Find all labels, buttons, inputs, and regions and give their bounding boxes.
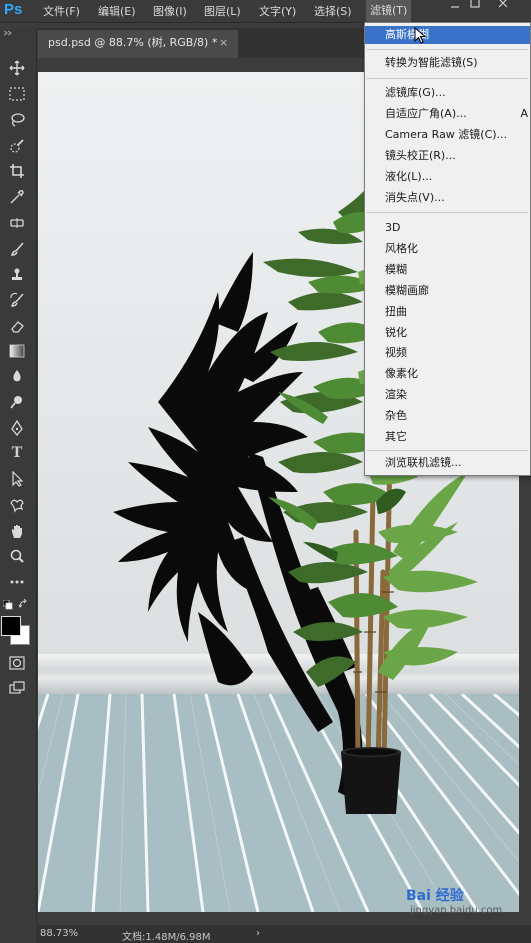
move-tool-icon[interactable] (8, 59, 26, 77)
menu-item-liquify[interactable]: 液化(L)... (385, 168, 432, 186)
path-selection-tool-icon[interactable] (8, 470, 26, 488)
menu-item-3d[interactable]: 3D (385, 219, 400, 237)
menu-item-other[interactable]: 其它 (385, 428, 407, 446)
custom-shape-tool-icon[interactable] (8, 496, 26, 514)
lasso-tool-icon[interactable] (8, 111, 26, 129)
crop-tool-icon[interactable] (8, 162, 26, 180)
quick-selection-tool-icon[interactable] (8, 137, 26, 155)
gradient-tool-icon[interactable] (8, 342, 26, 360)
hand-tool-icon[interactable] (8, 522, 26, 540)
menu-separator (367, 450, 528, 451)
status-bar: 88.73% 文档:1.48M/6.98M › (36, 925, 531, 943)
swap-colors-icon[interactable] (18, 599, 30, 609)
status-menu-arrow-icon[interactable]: › (256, 928, 260, 939)
menu-bar: Ps 文件(F) 编辑(E) 图像(I) 图层(L) 文字(Y) 选择(S) 滤… (0, 0, 531, 23)
zoom-tool-icon[interactable] (8, 547, 26, 565)
minimize-icon[interactable] (448, 0, 462, 14)
blur-tool-icon[interactable] (8, 367, 26, 385)
menu-type[interactable]: 文字(Y) (259, 3, 296, 19)
history-brush-tool-icon[interactable] (8, 291, 26, 309)
menu-separator (367, 78, 528, 79)
filter-menu-dropdown: 高斯模糊 转换为智能滤镜(S) 滤镜库(G)... 自适应广角(A)... A … (364, 22, 531, 476)
document-size: 文档:1.48M/6.98M (122, 932, 211, 943)
more-tools-icon[interactable] (8, 573, 26, 591)
marquee-tool-icon[interactable] (8, 85, 26, 103)
foreground-color-swatch[interactable] (1, 616, 21, 636)
menu-separator (367, 212, 528, 213)
menu-layer[interactable]: 图层(L) (204, 3, 241, 19)
menu-item-browse-online-filters[interactable]: 浏览联机滤镜... (385, 454, 462, 472)
watermark-url: jingyan.baidu.com (410, 905, 503, 916)
default-colors-icon[interactable] (3, 600, 13, 610)
clone-stamp-tool-icon[interactable] (8, 266, 26, 284)
menu-shortcut: A (520, 107, 528, 120)
menu-item-gaussian-blur[interactable]: 高斯模糊 (365, 26, 530, 44)
document-tab[interactable]: psd.psd @ 88.7% (树, RGB/8) * × (38, 30, 238, 58)
mouse-cursor-icon (414, 27, 427, 44)
watermark-brand: Bai 经验 (406, 888, 464, 904)
menu-image[interactable]: 图像(I) (153, 3, 187, 19)
menu-item-filter-gallery[interactable]: 滤镜库(G)... (385, 84, 446, 102)
menu-filter[interactable]: 滤镜(T) (366, 0, 412, 22)
type-tool-icon[interactable]: T (8, 444, 26, 462)
screen-mode-icon[interactable] (8, 679, 26, 697)
menu-item-noise[interactable]: 杂色 (385, 407, 407, 425)
eyedropper-tool-icon[interactable] (8, 188, 26, 206)
zoom-level[interactable]: 88.73% (40, 928, 78, 939)
maximize-icon[interactable] (468, 0, 482, 10)
menu-select[interactable]: 选择(S) (314, 3, 352, 19)
pen-tool-icon[interactable] (8, 419, 26, 437)
menu-item-distort[interactable]: 扭曲 (385, 303, 407, 321)
menu-item-stylize[interactable]: 风格化 (385, 240, 418, 258)
menu-item-render[interactable]: 渲染 (385, 386, 407, 404)
menu-item-vanishing-point[interactable]: 消失点(V)... (385, 189, 445, 207)
menu-item-camera-raw[interactable]: Camera Raw 滤镜(C)... (385, 126, 507, 144)
menu-item-pixelate[interactable]: 像素化 (385, 365, 418, 383)
eraser-tool-icon[interactable] (8, 317, 26, 335)
menu-item-convert-smart-filter[interactable]: 转换为智能滤镜(S) (385, 54, 478, 72)
tools-panel: T (0, 28, 37, 943)
brush-tool-icon[interactable] (8, 240, 26, 258)
close-window-icon[interactable] (496, 0, 510, 10)
menu-edit[interactable]: 编辑(E) (98, 3, 136, 19)
quick-mask-icon[interactable] (8, 654, 26, 672)
menu-separator (367, 49, 528, 50)
panel-collapse-icon[interactable] (3, 30, 13, 36)
baidu-watermark: Bai 经验 jingyan.baidu.com (400, 885, 520, 925)
menu-item-video[interactable]: 视频 (385, 344, 407, 362)
menu-item-blur-gallery[interactable]: 模糊画廊 (385, 282, 429, 300)
menu-item-lens-correction[interactable]: 镜头校正(R)... (385, 147, 456, 165)
menu-file[interactable]: 文件(F) (43, 3, 80, 19)
tab-close-icon[interactable]: × (219, 30, 228, 56)
healing-brush-tool-icon[interactable] (8, 214, 26, 232)
menu-item-blur[interactable]: 模糊 (385, 261, 407, 279)
menu-item-adaptive-wide-angle[interactable]: 自适应广角(A)... (385, 105, 467, 123)
dodge-tool-icon[interactable] (8, 393, 26, 411)
photoshop-logo: Ps (4, 1, 23, 18)
menu-item-sharpen[interactable]: 锐化 (385, 324, 407, 342)
document-tab-title: psd.psd @ 88.7% (树, RGB/8) * (48, 36, 218, 49)
